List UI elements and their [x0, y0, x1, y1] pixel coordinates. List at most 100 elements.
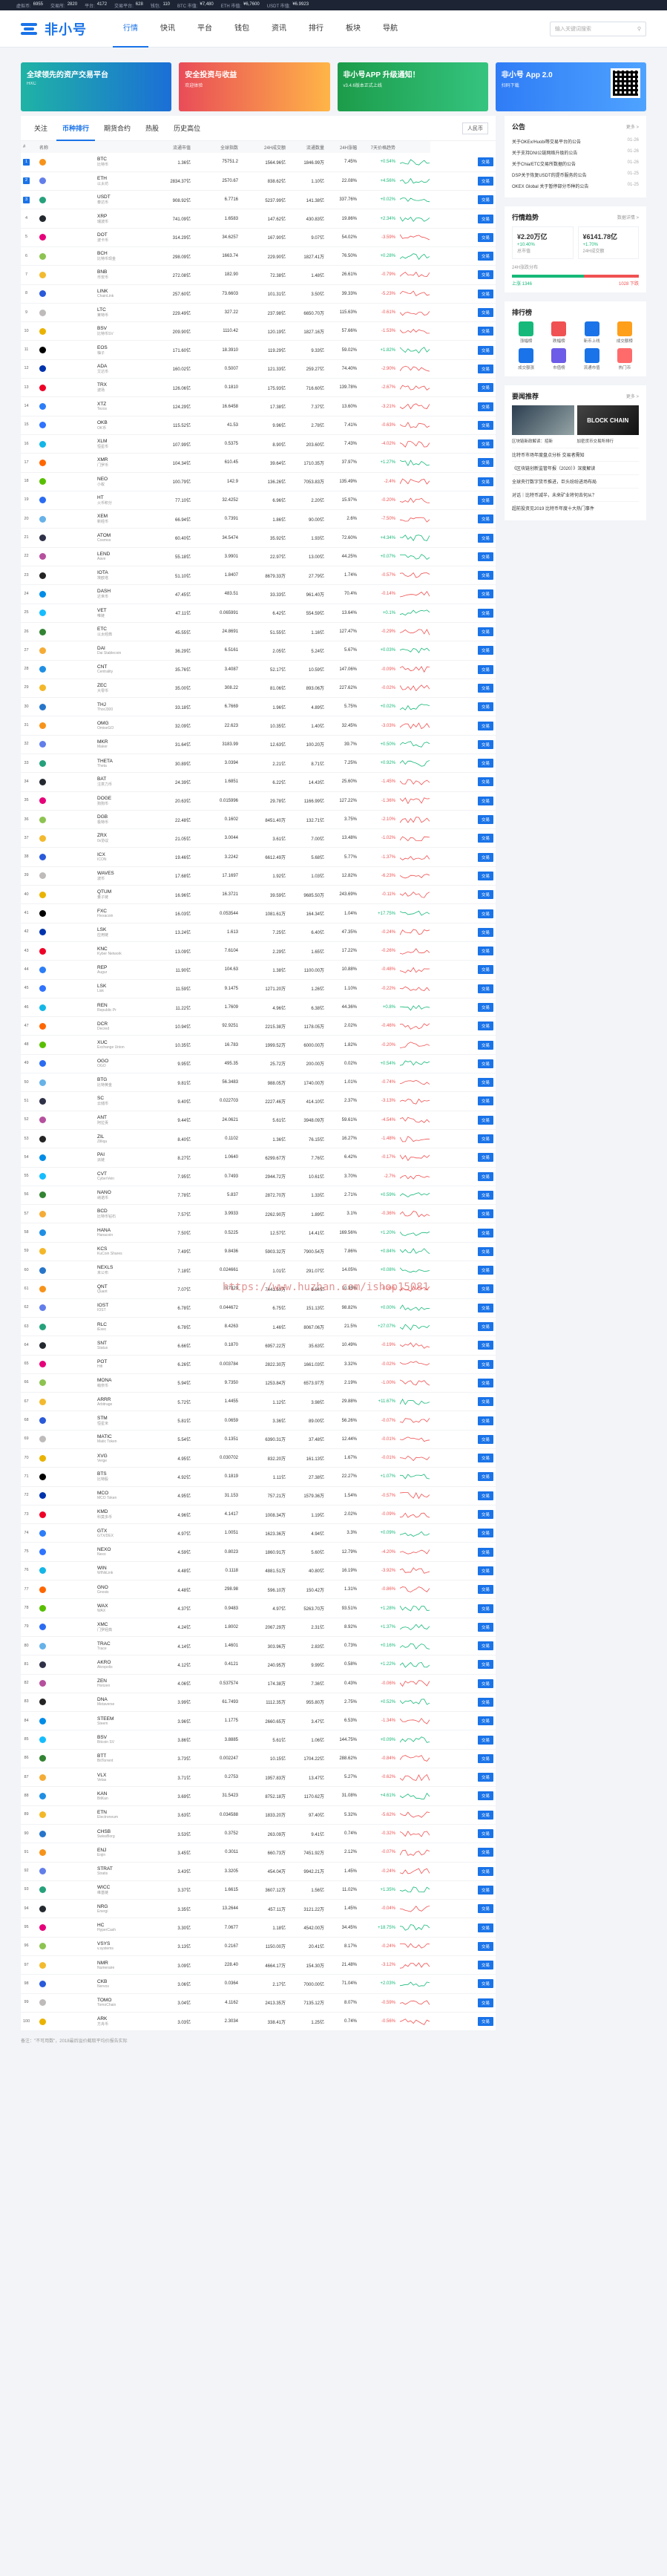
table-row[interactable]: 49 OGO OGO 9.95亿 495.35 25.72万 200.00万 0.02% +0.…: [21, 1054, 496, 1074]
trade-button[interactable]: 交易: [477, 984, 493, 993]
coin-name-cell[interactable]: MKR Maker: [95, 735, 143, 755]
trade-button[interactable]: 交易: [477, 759, 493, 768]
table-row[interactable]: 56 NANO 纳诺币 7.78亿 5.837 2872.70万 1.33亿 2.71% +0.…: [21, 1186, 496, 1206]
coin-symbol[interactable]: IOTA: [97, 570, 140, 575]
trade-button[interactable]: 交易: [477, 1829, 493, 1839]
table-row[interactable]: 86 BTT BitTorrent 3.73亿 0.002247 10.15亿 1704.2…: [21, 1749, 496, 1769]
coin-name-cell[interactable]: WAX WAX: [95, 1598, 143, 1618]
coin-name-cell[interactable]: DGB 极特币: [95, 810, 143, 830]
trade-button[interactable]: 交易: [477, 1040, 493, 1050]
announcement-more-link[interactable]: 更多 >: [626, 123, 639, 130]
coin-symbol[interactable]: ETC: [97, 627, 140, 632]
coin-name-cell[interactable]: THETA Theta: [95, 753, 143, 774]
coin-symbol[interactable]: IOST: [97, 1303, 140, 1308]
trade-button[interactable]: 交易: [477, 2017, 493, 2027]
coin-name-cell[interactable]: XVG Verge: [95, 1448, 143, 1468]
coin-name-cell[interactable]: STRAT Stratis: [95, 1862, 143, 1881]
coin-symbol[interactable]: DOT: [97, 232, 140, 238]
coin-symbol[interactable]: RLC: [97, 1322, 140, 1327]
trade-button[interactable]: 交易: [477, 345, 493, 355]
table-row[interactable]: 83 DNA Metaverse 3.99亿 61.7493 1112.35万 955.80…: [21, 1693, 496, 1713]
trade-button[interactable]: 交易: [477, 1153, 493, 1163]
table-row[interactable]: 9 LTC 莱特币 229.49亿 327.22 237.98亿 6650.70万 115.6…: [21, 303, 496, 323]
table-row[interactable]: 30 THJ ThorJ300 33.18亿 6.7669 1.96亿 4.89亿 5.75%…: [21, 697, 496, 717]
coin-symbol[interactable]: XLM: [97, 439, 140, 444]
table-row[interactable]: 66 MONA 萌奈币 5.94亿 9.7350 1253.84万 6573.97万 2.19…: [21, 1373, 496, 1393]
table-row[interactable]: 92 STRAT Stratis 3.43亿 3.3205 454.04万 9942.21万…: [21, 1862, 496, 1881]
coin-name-cell[interactable]: NMR Numeraire: [95, 1955, 143, 1975]
trade-button[interactable]: 交易: [477, 927, 493, 937]
table-row[interactable]: 99 TOMO TomoChain 3.04亿 4.1162 2413.35万 7135.1…: [21, 1993, 496, 2013]
table-row[interactable]: 43 KNC Kyber Network 13.09亿 7.6104 2.29亿 1.65亿…: [21, 941, 496, 961]
coin-name-cell[interactable]: VLX Velas: [95, 1768, 143, 1788]
trade-button[interactable]: 交易: [477, 514, 493, 524]
coin-symbol[interactable]: ATOM: [97, 533, 140, 538]
coin-symbol[interactable]: XTZ: [97, 402, 140, 407]
trade-button[interactable]: 交易: [477, 1848, 493, 1857]
recommend-item[interactable]: 《区块链创新监管年报（2020）》深度解读: [512, 461, 639, 474]
trade-button[interactable]: 交易: [477, 777, 493, 787]
rank-item[interactable]: 成交额涨: [512, 348, 540, 370]
coin-name-cell[interactable]: MCO MCO Token: [95, 1486, 143, 1506]
announcement-text[interactable]: DSP关于恢复USDT的提币服务的公告: [512, 171, 587, 178]
coin-name-cell[interactable]: NEXO Nexo: [95, 1542, 143, 1562]
coin-symbol[interactable]: GTX: [97, 1529, 140, 1534]
coin-symbol[interactable]: BTS: [97, 1471, 140, 1477]
trade-button[interactable]: 交易: [477, 646, 493, 656]
coin-name-cell[interactable]: FXC Flexacoin: [95, 903, 143, 923]
coin-symbol[interactable]: BSV: [97, 1735, 140, 1740]
table-row[interactable]: 67 ARRR Arbitrage 5.72亿 1.4455 1.12亿 3.98亿 29.8…: [21, 1392, 496, 1412]
table-row[interactable]: 32 MKR Maker 31.64亿 3183.99 12.63亿 100.20万 39.7…: [21, 735, 496, 755]
coin-name-cell[interactable]: CVT CyberVein: [95, 1167, 143, 1186]
coin-name-cell[interactable]: USDT 泰达币: [95, 190, 143, 210]
coin-name-cell[interactable]: OGO OGO: [95, 1054, 143, 1074]
coin-symbol[interactable]: ZRX: [97, 833, 140, 838]
coin-symbol[interactable]: TRX: [97, 382, 140, 388]
news-image-caption[interactable]: 区块链新政解读：招新: [512, 438, 574, 444]
coin-symbol[interactable]: DCR: [97, 1021, 140, 1027]
table-row[interactable]: 95 HC HyperCash 3.30亿 7.0677 1.18亿 4542.00万 34.…: [21, 1918, 496, 1938]
trade-button[interactable]: 交易: [477, 589, 493, 599]
trade-button[interactable]: 交易: [477, 1866, 493, 1876]
trade-button[interactable]: 交易: [477, 1115, 493, 1125]
coin-name-cell[interactable]: XLM 恒星币: [95, 434, 143, 454]
coin-symbol[interactable]: POT: [97, 1359, 140, 1364]
trade-button[interactable]: 交易: [477, 1434, 493, 1444]
coin-symbol[interactable]: BCD: [97, 1209, 140, 1214]
coin-name-cell[interactable]: ETH 以太坊: [95, 171, 143, 192]
coin-name-cell[interactable]: DOT 波卡币: [95, 228, 143, 247]
coin-name-cell[interactable]: ENJ Enjin: [95, 1843, 143, 1863]
announcement-text[interactable]: 关于支持DNI公链网络升级的公告: [512, 149, 577, 156]
announcement-text[interactable]: OKEX Global 关于暂停部分币种的公告: [512, 183, 588, 189]
coin-name-cell[interactable]: POT Hifi: [95, 1355, 143, 1374]
table-row[interactable]: 48 XUC Exchange Union 10.35亿 16.783 1999.52万 6…: [21, 1035, 496, 1055]
currency-select[interactable]: 人民币: [462, 122, 488, 134]
table-row[interactable]: 98 CKB Nervos 3.06亿 0.0364 2.17亿 7000.00亿 71.04…: [21, 1974, 496, 1994]
coin-name-cell[interactable]: ZEC 大零币: [95, 679, 143, 699]
coin-name-cell[interactable]: BTT BitTorrent: [95, 1749, 143, 1769]
coin-name-cell[interactable]: ARK 方舟币: [95, 2012, 143, 2032]
rank-item[interactable]: 成交额榜: [611, 321, 639, 344]
coin-symbol[interactable]: BTC: [97, 157, 140, 162]
search-input[interactable]: 输入关键词搜索 ⚲: [550, 21, 646, 36]
table-row[interactable]: 24 DASH 达世币 47.45亿 483.51 33.33亿 961.40万 70.4% -…: [21, 584, 496, 604]
trade-button[interactable]: 交易: [477, 1791, 493, 1801]
news-image-2[interactable]: BLOCK CHAIN: [576, 405, 639, 435]
table-row[interactable]: 82 ZEN Horizen 4.06亿 0.537574 174.38万 7.36亿 0.4…: [21, 1674, 496, 1693]
trade-button[interactable]: 交易: [477, 1416, 493, 1425]
coin-symbol[interactable]: STRAT: [97, 1866, 140, 1871]
coin-symbol[interactable]: LSK: [97, 927, 140, 932]
tab-0[interactable]: 关注: [28, 116, 53, 141]
table-row[interactable]: 3 USDT 泰达币 908.92亿 6.7716 5237.99亿 141.38亿 337.…: [21, 190, 496, 210]
trade-button[interactable]: 交易: [477, 1228, 493, 1238]
coin-symbol[interactable]: VSYS: [97, 1941, 140, 1946]
coin-symbol[interactable]: CVT: [97, 1171, 140, 1177]
coin-symbol[interactable]: WAX: [97, 1604, 140, 1609]
table-row[interactable]: 35 DOGE 狗狗币 20.63亿 0.015996 29.78亿 1166.99亿 127…: [21, 791, 496, 811]
table-row[interactable]: 72 MCO MCO Token 4.95亿 31.153 757.21万 1579.36万…: [21, 1486, 496, 1506]
table-row[interactable]: 16 XLM 恒星币 107.99亿 0.5375 8.90亿 203.60亿 7.43% -4…: [21, 434, 496, 454]
coin-name-cell[interactable]: AKRO Akropolis: [95, 1655, 143, 1675]
trade-button[interactable]: 交易: [477, 1454, 493, 1463]
table-row[interactable]: 54 PAI 派链 8.27亿 1.0640 6299.67万 7.76亿 6.42% -0.1…: [21, 1148, 496, 1168]
coin-name-cell[interactable]: XRP 瑞波币: [95, 209, 143, 229]
